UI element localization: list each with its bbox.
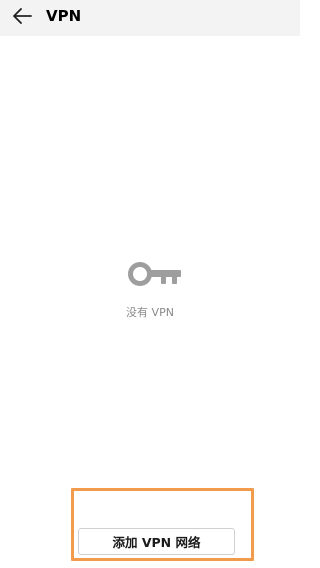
key-icon [128, 262, 181, 286]
add-vpn-network-button[interactable]: 添加 VPN 网络 [78, 528, 235, 555]
arrow-left-icon [13, 8, 32, 24]
top-bar: VPN [0, 0, 300, 36]
back-button[interactable] [10, 6, 34, 26]
empty-state-message: 没有 VPN [126, 306, 174, 319]
page-title: VPN [46, 7, 82, 25]
